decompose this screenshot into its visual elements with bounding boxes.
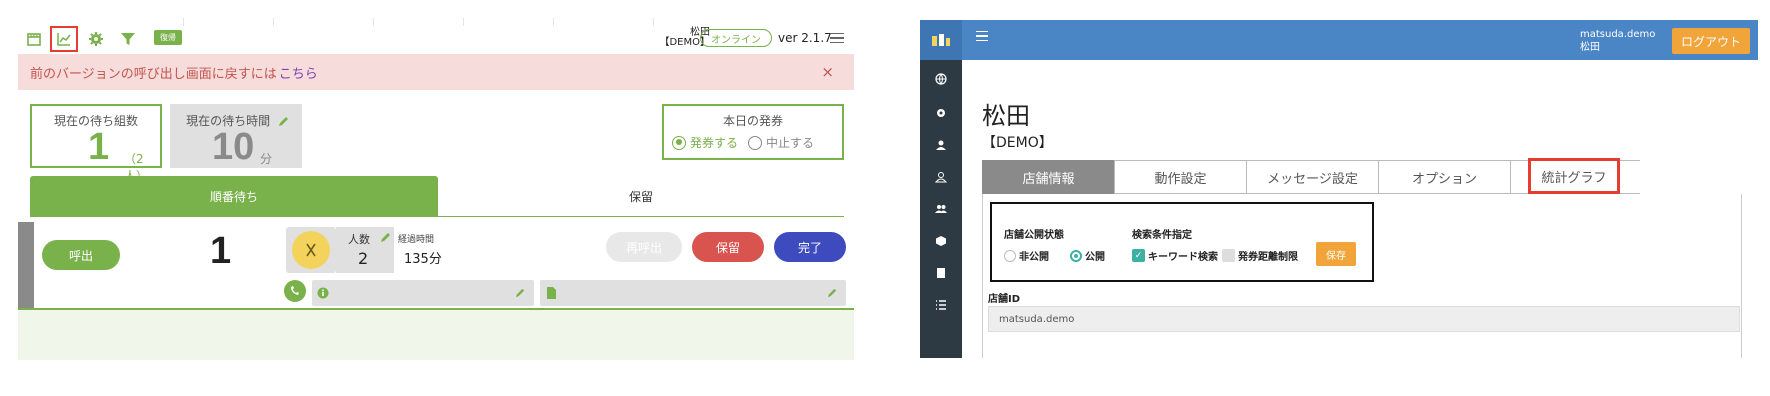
row-status-bar bbox=[18, 222, 34, 308]
restore-badge[interactable]: 復帰 bbox=[154, 30, 182, 45]
toolbar: 復帰 松田 【DEMO】 オンライン ver 2.1.7 bbox=[18, 26, 854, 52]
filter-icon[interactable] bbox=[118, 29, 138, 49]
header-name: 松田 bbox=[1580, 42, 1600, 53]
radio-public[interactable] bbox=[1070, 249, 1082, 262]
people-box: 人数 2 bbox=[336, 227, 394, 273]
gear-icon[interactable] bbox=[86, 29, 106, 49]
publish-private-option[interactable]: 非公開 bbox=[1004, 248, 1049, 263]
wait-time-card: 現在の待ち時間 10 分 bbox=[170, 104, 302, 168]
tab-store-info[interactable]: 店舗情報 bbox=[982, 160, 1115, 194]
recall-button[interactable]: 再呼出 bbox=[606, 232, 682, 262]
store-settings-box: 店舗公開状態 非公開 公開 検索条件指定 ✓ キーワード検索 発券距離制限 保存 bbox=[990, 202, 1374, 282]
store-id-field[interactable]: matsuda.demo bbox=[988, 306, 1740, 332]
wait-time-unit: 分 bbox=[260, 152, 273, 166]
users-icon[interactable] bbox=[934, 202, 948, 216]
tab-hold[interactable]: 保留 bbox=[438, 176, 844, 216]
tab-option[interactable]: オプション bbox=[1378, 160, 1511, 194]
version-label: ver 2.1.7 bbox=[778, 31, 832, 45]
logo-icon[interactable] bbox=[920, 20, 962, 60]
utensils-icon bbox=[306, 243, 316, 257]
keyword-search-option[interactable]: ✓ キーワード検索 bbox=[1132, 248, 1218, 263]
shop-icon[interactable] bbox=[24, 29, 44, 49]
close-icon[interactable]: × bbox=[821, 63, 834, 81]
header-user: matsuda.demo 松田 bbox=[1580, 28, 1655, 54]
alert-link[interactable]: こちら bbox=[279, 63, 318, 82]
tab-divider bbox=[30, 216, 844, 217]
tab-behavior[interactable]: 動作設定 bbox=[1114, 160, 1247, 194]
wait-groups-value: 1 bbox=[88, 126, 110, 168]
avatar bbox=[292, 231, 330, 269]
footer-area bbox=[18, 310, 854, 360]
tab-waiting[interactable]: 順番待ち bbox=[30, 176, 438, 216]
queue-tabs: 順番待ち 保留 bbox=[30, 176, 844, 217]
admin-header: matsuda.demo 松田 ログアウト bbox=[920, 20, 1758, 60]
store-id-label: 店舗ID bbox=[988, 294, 1021, 305]
ticket-issue-card: 本日の発券 発券する 中止する bbox=[662, 104, 844, 160]
queue-row: 呼出 1 人数 2 経過時間 135分 再呼出 保留 完了 bbox=[18, 222, 854, 310]
publish-status-label: 店舗公開状態 bbox=[1004, 230, 1064, 241]
distance-limit-option[interactable]: 発券距離制限 bbox=[1222, 248, 1298, 263]
avatar-box bbox=[286, 227, 336, 273]
checkbox-keyword[interactable]: ✓ bbox=[1132, 249, 1145, 262]
checkbox-distance[interactable] bbox=[1222, 249, 1235, 262]
tab-stats-graph[interactable]: 統計グラフ bbox=[1528, 158, 1620, 194]
pencil-icon[interactable] bbox=[827, 287, 838, 298]
box-icon[interactable] bbox=[934, 234, 948, 248]
elapsed-label: 経過時間 bbox=[398, 235, 435, 245]
done-button[interactable]: 完了 bbox=[774, 232, 846, 262]
online-status-badge[interactable]: オンライン bbox=[700, 29, 772, 47]
version-alert: 前のバージョンの呼び出し画面に戻すには こちら × bbox=[18, 54, 854, 90]
people-value: 2 bbox=[358, 249, 369, 268]
header-account: matsuda.demo bbox=[1580, 29, 1656, 40]
note-field[interactable] bbox=[540, 280, 846, 306]
issue-radio-off[interactable] bbox=[748, 135, 763, 150]
user-outline-icon[interactable] bbox=[934, 170, 948, 184]
chart-icon[interactable] bbox=[50, 26, 78, 52]
page-title: 松田 bbox=[982, 102, 1030, 130]
list-icon[interactable] bbox=[934, 298, 948, 312]
hold-button[interactable]: 保留 bbox=[692, 232, 764, 262]
tab-message[interactable]: メッセージ設定 bbox=[1246, 160, 1379, 194]
issue-option-yes[interactable]: 発券する bbox=[690, 134, 738, 151]
issue-option-no[interactable]: 中止する bbox=[766, 134, 814, 151]
search-condition-label: 検索条件指定 bbox=[1132, 230, 1192, 241]
publish-public-option[interactable]: 公開 bbox=[1070, 248, 1105, 263]
queue-number: 1 bbox=[210, 230, 232, 272]
save-button[interactable]: 保存 bbox=[1316, 242, 1356, 266]
book-icon[interactable] bbox=[934, 266, 948, 280]
document-icon bbox=[544, 286, 558, 300]
gear-icon[interactable] bbox=[934, 106, 948, 120]
pencil-icon[interactable] bbox=[515, 287, 526, 298]
wait-groups-card: 現在の待ち組数 1 （2人） bbox=[30, 104, 162, 183]
ticket-issue-options: 発券する 中止する bbox=[672, 134, 814, 151]
people-label: 人数 bbox=[348, 233, 370, 246]
store-label: 【DEMO】 bbox=[982, 135, 1053, 151]
settings-tabs: 店舗情報 動作設定 メッセージ設定 オプション 統計グラフ bbox=[982, 158, 1742, 194]
user-icon[interactable] bbox=[934, 138, 948, 152]
admin-screen: matsuda.demo 松田 ログアウト 松田 【DEMO】 店舗情報 動作設… bbox=[920, 20, 1758, 358]
pencil-icon[interactable] bbox=[278, 115, 290, 127]
ticket-issue-label: 本日の発券 bbox=[722, 114, 783, 128]
call-button[interactable]: 呼出 bbox=[42, 240, 120, 270]
phone-icon[interactable] bbox=[284, 280, 306, 302]
admin-sidebar bbox=[920, 60, 962, 358]
logout-button[interactable]: ログアウト bbox=[1672, 28, 1750, 54]
hamburger-icon[interactable] bbox=[976, 31, 988, 41]
pencil-icon[interactable] bbox=[380, 231, 392, 243]
elapsed-value: 135分 bbox=[404, 252, 442, 267]
radio-private[interactable] bbox=[1004, 249, 1016, 262]
memo-field[interactable] bbox=[312, 280, 534, 306]
issue-radio-on[interactable] bbox=[672, 135, 686, 150]
wait-time-value: 10 bbox=[212, 126, 255, 168]
globe-icon[interactable] bbox=[934, 72, 948, 86]
menu-icon[interactable] bbox=[830, 33, 844, 43]
queue-screen: 復帰 松田 【DEMO】 オンライン ver 2.1.7 前のバージョンの呼び出… bbox=[18, 18, 854, 360]
alert-text: 前のバージョンの呼び出し画面に戻すには bbox=[30, 66, 277, 82]
info-icon bbox=[316, 286, 330, 300]
top-strip bbox=[18, 18, 854, 26]
